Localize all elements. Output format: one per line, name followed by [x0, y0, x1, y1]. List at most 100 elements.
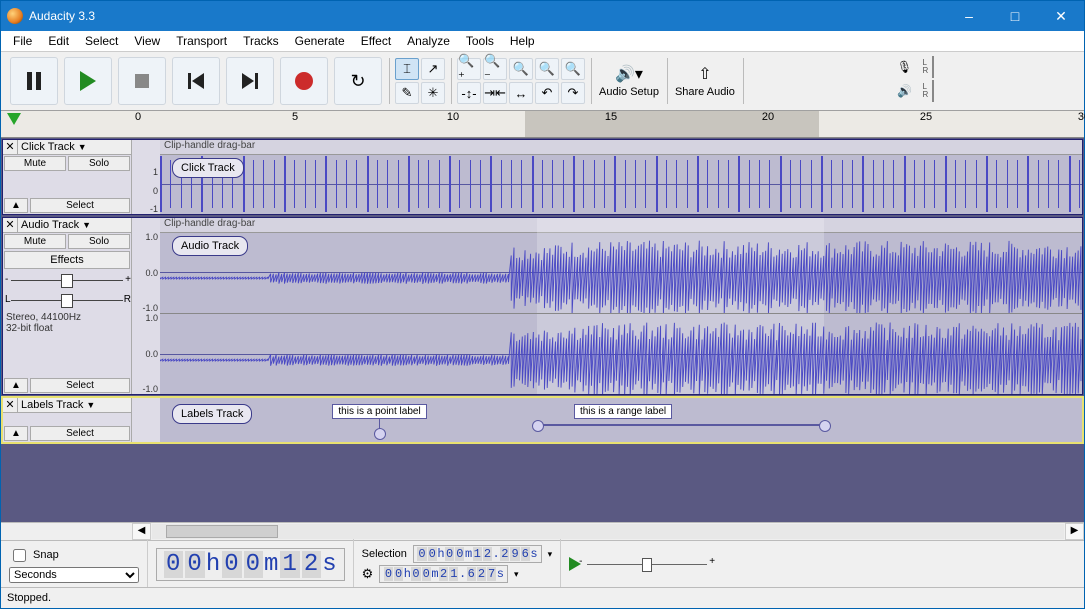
audio-track-gain-slider[interactable]: - + — [11, 272, 123, 288]
menu-generate[interactable]: Generate — [287, 32, 353, 50]
draw-tool-button[interactable]: ✎ — [395, 82, 419, 104]
audio-clip-name[interactable]: Audio Track — [172, 236, 248, 256]
record-button[interactable] — [280, 57, 328, 105]
envelope-tool-button[interactable]: ↗ — [421, 58, 445, 80]
menu-view[interactable]: View — [126, 32, 168, 50]
playback-meter-icon[interactable]: 🔊 — [891, 84, 919, 98]
labels-clip-name[interactable]: Labels Track — [172, 404, 252, 424]
selection-start-display[interactable]: 00h00m12.296s — [413, 545, 542, 563]
scroll-left-button[interactable]: ◀ — [132, 523, 151, 540]
snap-unit-select[interactable]: Seconds — [9, 567, 139, 583]
play-button[interactable] — [64, 57, 112, 105]
scroll-track[interactable] — [152, 524, 1064, 539]
zoom-toggle-button[interactable]: 🔍 — [561, 58, 585, 80]
menu-analyze[interactable]: Analyze — [399, 32, 458, 50]
stop-button[interactable] — [118, 57, 166, 105]
audio-track-select[interactable]: Select — [30, 378, 130, 393]
range-label-handle-left[interactable] — [532, 420, 544, 432]
click-track-name-dropdown[interactable]: Click Track▼ — [18, 140, 131, 154]
menu-tools[interactable]: Tools — [458, 32, 502, 50]
audio-track-pan-slider[interactable]: L R — [11, 292, 123, 308]
labels-track-select[interactable]: Select — [30, 426, 130, 441]
audio-track-close[interactable]: ✕ — [3, 218, 18, 232]
click-track-mute[interactable]: Mute — [4, 156, 66, 171]
titlebar: Audacity 3.3 ‒ □ ✕ — [1, 1, 1084, 31]
click-clip-handle[interactable]: Clip-handle drag-bar — [160, 140, 1082, 155]
range-label-text[interactable]: this is a range label — [574, 404, 672, 419]
empty-tracks-area[interactable] — [1, 444, 1084, 522]
skip-start-button[interactable] — [172, 57, 220, 105]
share-icon: ⇧ — [698, 64, 711, 84]
main-time-display[interactable]: 00h00m12s — [156, 548, 345, 581]
menu-tracks[interactable]: Tracks — [235, 32, 287, 50]
pause-button[interactable] — [10, 57, 58, 105]
fit-selection-button[interactable]: 🔍 — [509, 58, 533, 80]
ruler-area[interactable]: 051015202530 — [138, 111, 1084, 137]
menu-file[interactable]: File — [5, 32, 40, 50]
audio-setup-icon: 🔊▾ — [615, 64, 643, 84]
click-track-select[interactable]: Select — [30, 198, 130, 213]
labels-track-name-dropdown[interactable]: Labels Track▼ — [18, 398, 131, 412]
labels-track-collapse[interactable]: ▲ — [4, 426, 28, 441]
timeline-ruler[interactable]: 051015202530 — [1, 111, 1084, 138]
horizontal-scrollbar[interactable]: ◀ ▶ — [1, 522, 1084, 540]
range-label-bar[interactable] — [537, 424, 824, 426]
click-track-solo[interactable]: Solo — [68, 156, 130, 171]
zoom-in-button[interactable]: 🔍⁺ — [457, 58, 481, 80]
menu-help[interactable]: Help — [502, 32, 543, 50]
audio-track-body[interactable]: Clip-handle drag-bar Audio Track — [160, 218, 1082, 394]
multi-tool-button[interactable]: ✳ — [421, 82, 445, 104]
audio-clip-handle[interactable]: Clip-handle drag-bar — [160, 218, 1082, 233]
range-label-handle-right[interactable] — [819, 420, 831, 432]
audio-track-collapse[interactable]: ▲ — [4, 378, 28, 393]
selection-end-display[interactable]: 00h00m21.627s — [379, 565, 508, 583]
scroll-right-button[interactable]: ▶ — [1065, 523, 1084, 540]
audio-setup-group[interactable]: 🔊▾ Audio Setup — [591, 54, 667, 108]
share-audio-group[interactable]: ⇧ Share Audio — [667, 54, 743, 108]
point-label-text[interactable]: this is a point label — [332, 404, 426, 419]
selection-settings-icon[interactable]: ⚙ — [362, 566, 374, 582]
edit-group: 🔍⁺ 🔍⁻ 🔍 🔍 🔍 -↕- ⇥⇤ ↔ ↶ ↷ — [451, 54, 591, 108]
click-track-close[interactable]: ✕ — [3, 140, 18, 154]
audio-track-effects[interactable]: Effects — [4, 251, 130, 269]
silence-button[interactable]: ⇥⇤ — [483, 82, 507, 104]
playback-meter[interactable]: -54-48-42-36-30-24-18-12-60 — [932, 80, 934, 102]
snap-checkbox[interactable]: Snap — [9, 546, 139, 565]
click-track-body[interactable]: Clip-handle drag-bar Click Track — [160, 140, 1082, 214]
selection-tool-button[interactable]: ⌶ — [395, 58, 419, 80]
menu-edit[interactable]: Edit — [40, 32, 77, 50]
skip-end-button[interactable] — [226, 57, 274, 105]
record-meter[interactable]: -54-48-42-36-30-24-18-12-60 — [932, 56, 934, 78]
click-track-collapse[interactable]: ▲ — [4, 198, 28, 213]
sync-lock-button[interactable]: ↔ — [509, 82, 533, 104]
undo-button[interactable]: ↶ — [535, 82, 559, 104]
scroll-thumb[interactable] — [166, 525, 278, 538]
close-button[interactable]: ✕ — [1038, 1, 1084, 31]
zoom-out-button[interactable]: 🔍⁻ — [483, 58, 507, 80]
audio-track-mute[interactable]: Mute — [4, 234, 66, 249]
trim-button[interactable]: -↕- — [457, 82, 481, 104]
record-meter-icon[interactable]: 🎙 — [891, 60, 919, 74]
playhead-icon — [7, 113, 21, 125]
range-label[interactable]: this is a range label — [574, 404, 672, 419]
loop-button[interactable]: ↻ — [334, 57, 382, 105]
selection-label: Selection — [362, 548, 407, 560]
bottom-toolbar: Snap Seconds 00h00m12s Selection 00h00m1… — [1, 540, 1084, 587]
point-label[interactable]: this is a point label — [332, 404, 426, 440]
click-clip-name[interactable]: Click Track — [172, 158, 244, 178]
playback-speed-slider[interactable]: - + — [587, 556, 707, 572]
minimize-button[interactable]: ‒ — [946, 1, 992, 31]
audio-track-name-dropdown[interactable]: Audio Track▼ — [18, 218, 131, 232]
fit-project-button[interactable]: 🔍 — [535, 58, 559, 80]
menu-transport[interactable]: Transport — [168, 32, 235, 50]
redo-button[interactable]: ↷ — [561, 82, 585, 104]
maximize-button[interactable]: □ — [992, 1, 1038, 31]
labels-track-body[interactable]: Labels Track this is a point label this … — [160, 398, 1082, 442]
menu-select[interactable]: Select — [77, 32, 126, 50]
labels-track-close[interactable]: ✕ — [3, 398, 18, 412]
menu-effect[interactable]: Effect — [353, 32, 399, 50]
timeline-options[interactable] — [1, 111, 138, 137]
tracks-area: ✕ Click Track▼ Mute Solo ▲ Select 1 0 -1 — [1, 138, 1084, 522]
audio-track-solo[interactable]: Solo — [68, 234, 130, 249]
point-label-handle[interactable] — [374, 428, 386, 440]
